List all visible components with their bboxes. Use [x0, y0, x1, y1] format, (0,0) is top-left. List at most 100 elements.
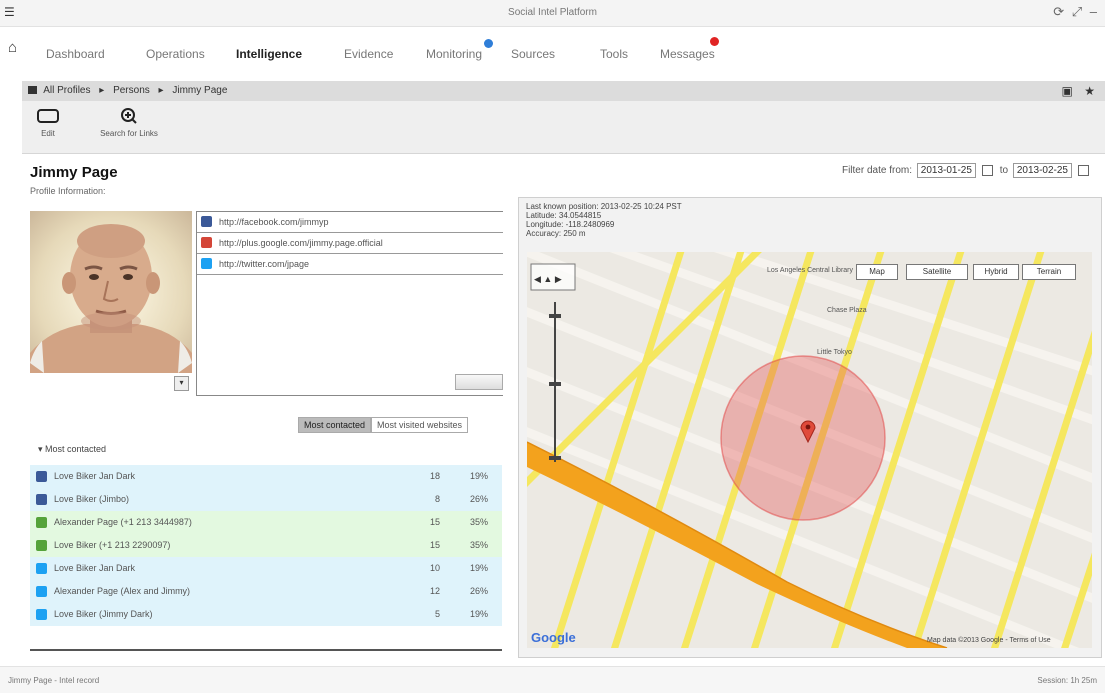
facebook-icon	[36, 494, 47, 505]
location-map[interactable]: ◀ ▲ ▶ Chase Plaza Little Tokyo Los Angel…	[527, 252, 1092, 648]
breadcrumb-separator: ▸	[99, 85, 105, 96]
breadcrumb-item: Jimmy Page	[172, 85, 228, 96]
date-from-input[interactable]: 2013-01-25	[916, 163, 976, 178]
facebook-icon	[201, 216, 212, 227]
status-left: Jimmy Page - Intel record	[8, 676, 100, 685]
profile-link-row[interactable]: http://facebook.com/jimmyp	[197, 212, 503, 233]
location-info-line: Last known position: 2013-02-25 10:24 PS…	[526, 202, 682, 211]
calendar-icon[interactable]	[981, 164, 993, 176]
table-row[interactable]: Love Biker (Jimmy Dark) 5 19%	[30, 603, 502, 626]
contact-name: Love Biker Jan Dark	[54, 563, 136, 573]
google-logo: Google	[531, 630, 576, 645]
breadcrumb-item[interactable]: Persons	[113, 85, 150, 96]
profile-link-url: http://facebook.com/jimmyp	[219, 217, 329, 227]
contact-count: 18	[429, 471, 440, 481]
search-links-label: Search for Links	[100, 129, 158, 138]
contact-name: Love Biker (Jimmy Dark)	[54, 609, 153, 619]
save-icon[interactable]: ▣	[1062, 84, 1073, 98]
facebook-icon	[36, 471, 47, 482]
messages-badge-icon	[710, 37, 719, 46]
folder-icon	[28, 86, 37, 95]
star-icon[interactable]: ★	[1084, 84, 1095, 98]
contact-count: 15	[429, 540, 440, 550]
map-type-hybrid-button[interactable]: Hybrid	[973, 264, 1019, 280]
date-from-label: Filter date from:	[841, 165, 912, 176]
calendar-icon[interactable]	[1078, 164, 1089, 176]
profile-link-url: http://plus.google.com/jimmy.page.offici…	[219, 238, 383, 248]
contact-name: Love Biker Jan Dark	[54, 471, 136, 481]
table-row[interactable]: Alexander Page (Alex and Jimmy) 12 26%	[30, 580, 502, 603]
profile-link-url: http://twitter.com/jpage	[219, 259, 310, 269]
contact-name: Alexander Page (+1 213 3444987)	[54, 517, 192, 527]
profile-link-row[interactable]: http://twitter.com/jpage	[197, 254, 503, 275]
map-copyright: Map data ©2013 Google - Terms of Use	[927, 636, 1051, 644]
nav-monitoring[interactable]: Monitoring	[426, 47, 482, 61]
nav-intelligence[interactable]: Intelligence	[236, 47, 302, 61]
contact-count: 12	[429, 586, 440, 596]
contact-count: 15	[429, 517, 440, 527]
contact-percent: 26%	[469, 586, 488, 596]
poi-label: Little Tokyo	[817, 349, 852, 356]
contact-count: 5	[434, 609, 440, 619]
location-info: Last known position: 2013-02-25 10:24 PS…	[526, 202, 682, 238]
location-info-line: Accuracy: 250 m	[526, 229, 586, 238]
edit-icon	[37, 109, 59, 123]
table-row[interactable]: Alexander Page (+1 213 3444987) 15 35%	[30, 511, 502, 534]
twitter-icon	[36, 609, 47, 620]
contact-name: Love Biker (Jimbo)	[54, 494, 130, 504]
status-bar: Jimmy Page - Intel record Session: 1h 25…	[0, 666, 1105, 693]
most-contacted-tab[interactable]: Most contacted	[298, 417, 372, 433]
title-bar: ☰ Social Intel Platform ⟳ ⤢ –	[0, 0, 1105, 27]
contacts-toggle: Most contacted Most visited websites	[298, 417, 469, 433]
profile-subtitle: Profile Information:	[30, 186, 106, 196]
location-info-line: Latitude: 34.0544815	[526, 211, 602, 220]
gmail-icon	[201, 237, 212, 248]
breadcrumb: All Profiles ▸ Persons ▸ Jimmy Page ▣ ★	[22, 81, 1105, 102]
table-row[interactable]: Love Biker (+1 213 2290097) 15 35%	[30, 534, 502, 557]
most-contacted-label[interactable]: ▾ Most contacted	[38, 444, 106, 455]
profile-link-row[interactable]: http://plus.google.com/jimmy.page.offici…	[197, 233, 503, 254]
edit-button[interactable]: Edit	[30, 107, 66, 138]
contact-percent: 26%	[469, 494, 488, 504]
date-to-input[interactable]: 2013-02-25	[1012, 163, 1072, 178]
search-links-button[interactable]: Search for Links	[94, 107, 164, 138]
toolbar: Edit Search for Links	[22, 101, 1105, 154]
contact-count: 10	[429, 563, 440, 573]
window-title: Social Intel Platform	[508, 7, 597, 18]
twitter-icon	[201, 258, 212, 269]
skype-icon	[36, 540, 47, 551]
nav-operations[interactable]: Operations	[146, 47, 205, 61]
contact-name: Love Biker (+1 213 2290097)	[54, 540, 171, 550]
map-type-map-button[interactable]: Map	[856, 264, 898, 280]
skype-icon	[36, 517, 47, 528]
svg-text:◀ ▲ ▶: ◀ ▲ ▶	[534, 274, 562, 284]
date-range-filter: Filter date from: 2013-01-25 to 2013-02-…	[842, 163, 1093, 178]
most-visited-tab[interactable]: Most visited websites	[371, 417, 469, 433]
nav-tools[interactable]: Tools	[600, 47, 628, 61]
contact-name: Alexander Page (Alex and Jimmy)	[54, 586, 191, 596]
contact-percent: 19%	[469, 563, 488, 573]
page-title: Jimmy Page	[30, 164, 118, 181]
map-type-terrain-button[interactable]: Terrain	[1022, 264, 1076, 280]
table-row[interactable]: Love Biker Jan Dark 18 19%	[30, 465, 502, 488]
breadcrumb-item[interactable]: All Profiles	[43, 85, 90, 96]
contact-percent: 19%	[469, 609, 488, 619]
nav-dashboard[interactable]: Dashboard	[46, 47, 105, 61]
map-type-satellite-button[interactable]: Satellite	[906, 264, 968, 280]
nav-messages[interactable]: Messages	[660, 47, 715, 61]
table-row[interactable]: Love Biker (Jimbo) 8 26%	[30, 488, 502, 511]
photo-menu-button[interactable]: ▾	[174, 376, 189, 391]
table-row[interactable]: Love Biker Jan Dark 10 19%	[30, 557, 502, 580]
links-scrollbar[interactable]	[455, 374, 503, 390]
profile-links-list: http://facebook.com/jimmyp http://plus.g…	[196, 211, 503, 396]
nav-evidence[interactable]: Evidence	[344, 47, 393, 61]
status-right: Session: 1h 25m	[1037, 676, 1097, 685]
contact-percent: 35%	[469, 540, 488, 550]
breadcrumb-separator: ▸	[158, 85, 164, 96]
window-controls[interactable]: ⟳ ⤢ –	[1053, 4, 1099, 20]
home-icon[interactable]: ⌂	[8, 39, 17, 56]
twitter-icon	[36, 563, 47, 574]
nav-sources[interactable]: Sources	[511, 47, 555, 61]
profile-photo	[30, 211, 192, 373]
edit-button-label: Edit	[41, 129, 55, 138]
